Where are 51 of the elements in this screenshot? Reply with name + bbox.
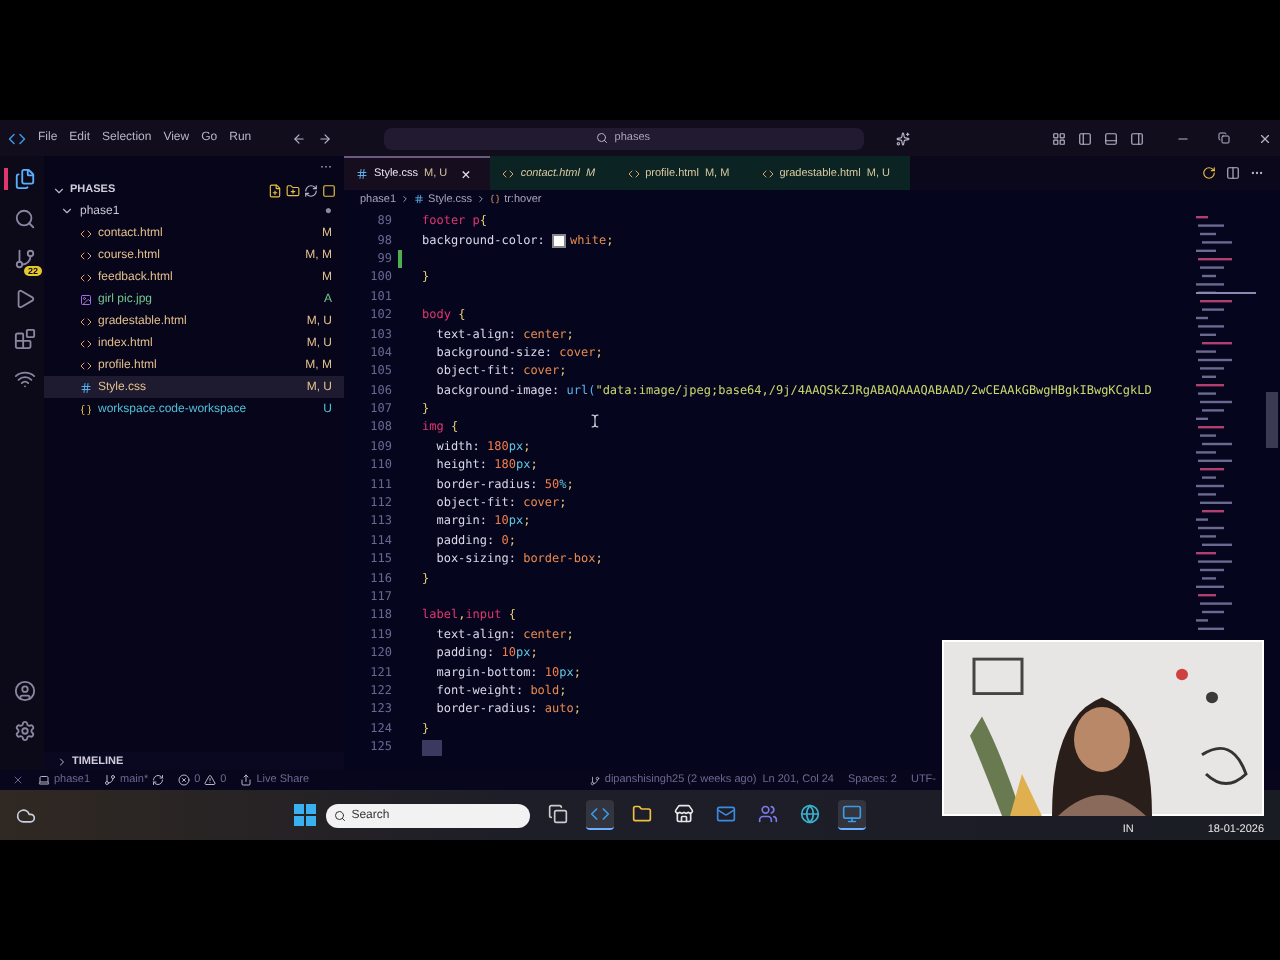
- panel-bottom-icon[interactable]: [1104, 131, 1118, 145]
- weather-icon[interactable]: [16, 805, 36, 825]
- chevron-right-icon: [476, 194, 487, 204]
- code-icon: [80, 227, 92, 239]
- restore-icon[interactable]: [1218, 132, 1230, 144]
- sparkle-icon[interactable]: [895, 131, 910, 145]
- panel-left-icon[interactable]: [1078, 131, 1092, 145]
- code-icon: [502, 168, 515, 180]
- code-icon: [80, 315, 92, 327]
- branch-icon[interactable]: [104, 774, 117, 786]
- laptop-icon[interactable]: [38, 774, 50, 786]
- sync-icon[interactable]: [152, 774, 165, 786]
- hash-icon: [356, 168, 368, 180]
- code-editor-icon[interactable]: [585, 800, 614, 830]
- image-icon: [80, 293, 92, 305]
- code-icon: [80, 337, 92, 349]
- code-editor-logo-icon: [8, 129, 26, 147]
- split-editor-icon[interactable]: [1226, 166, 1240, 180]
- commit-icon: [590, 775, 601, 785]
- start-icon[interactable]: [293, 804, 316, 826]
- back-icon[interactable]: [291, 131, 306, 145]
- text-cursor-icon: [588, 414, 602, 428]
- forward-icon[interactable]: [317, 131, 332, 145]
- chevron-down-icon[interactable]: [52, 183, 66, 197]
- error-icon[interactable]: [178, 774, 191, 786]
- chevron-right-icon: [400, 194, 411, 204]
- braces-icon: [80, 403, 92, 415]
- search-icon: [333, 809, 346, 821]
- code-icon: [627, 168, 640, 180]
- refresh-icon[interactable]: [304, 183, 318, 197]
- color-swatch-icon[interactable]: [552, 233, 567, 248]
- monitor-icon[interactable]: [837, 800, 866, 830]
- chevron-down-icon[interactable]: [60, 204, 74, 218]
- hash-icon: [80, 381, 92, 393]
- code-icon: [80, 271, 92, 283]
- panel-right-icon[interactable]: [1130, 131, 1144, 145]
- hash-icon: [414, 194, 425, 204]
- layout-icon[interactable]: [1052, 131, 1066, 145]
- close-icon[interactable]: [1258, 131, 1272, 145]
- close-tab[interactable]: ×: [461, 165, 471, 183]
- more-icon[interactable]: [1250, 166, 1264, 180]
- code-icon: [761, 168, 774, 180]
- scrollbar-thumb[interactable]: [1266, 392, 1278, 448]
- code-icon: [80, 249, 92, 261]
- share-icon[interactable]: [240, 774, 253, 786]
- search-icon: [596, 132, 609, 144]
- code-icon: [80, 359, 92, 371]
- new-file-icon[interactable]: [268, 183, 282, 197]
- chevron-right-icon[interactable]: [56, 755, 68, 767]
- new-folder-icon[interactable]: [286, 183, 300, 197]
- warning-icon[interactable]: [204, 774, 217, 786]
